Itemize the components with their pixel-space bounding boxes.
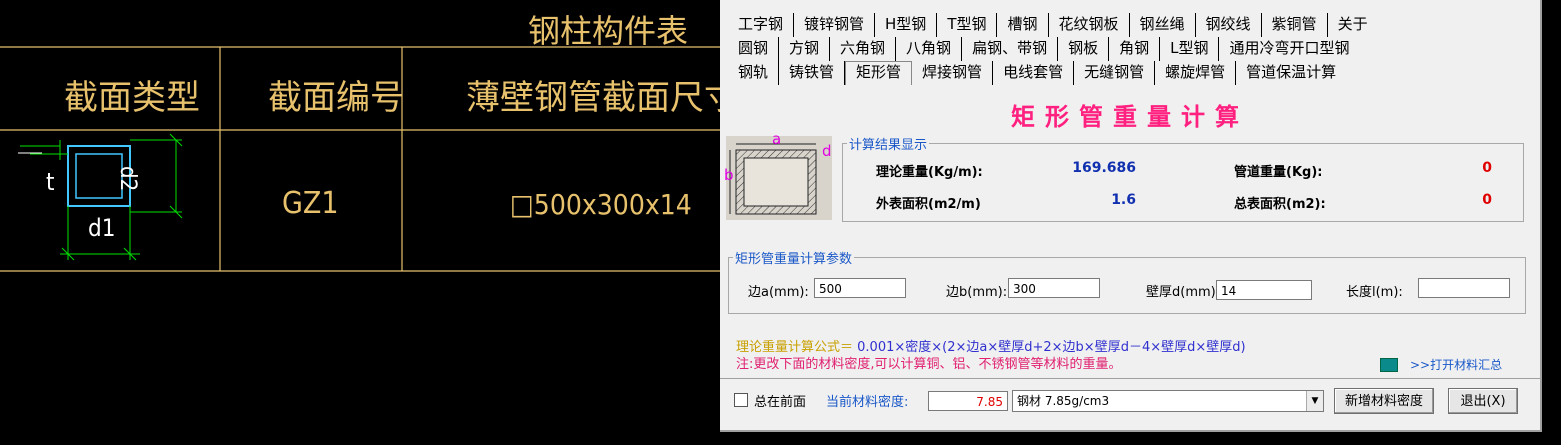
note-text: 注:更改下面的材料密度,可以计算铜、铝、不锈钢管等材料的重量。 — [736, 357, 1122, 372]
tab-rect-pipe[interactable]: 矩形管 — [845, 61, 913, 85]
exit-button[interactable]: 退出(X) — [1448, 388, 1518, 414]
tab-copper-pipe[interactable]: 紫铜管 — [1262, 13, 1328, 37]
cad-row-size: □500x300x14 — [510, 188, 692, 221]
bottom-bar: 总在前面 当前材料密度: 7.85 钢材 7.85g/cm3 ▼ 新增材料密度 … — [720, 378, 1540, 431]
material-select-value: 钢材 7.85g/cm3 — [1017, 394, 1110, 408]
always-on-top-label: 总在前面 — [754, 395, 807, 410]
tab-seamless-pipe[interactable]: 无缝钢管 — [1074, 61, 1156, 85]
length-label: 长度l(m): — [1346, 285, 1403, 300]
material-select[interactable]: 钢材 7.85g/cm3 ▼ — [1012, 390, 1324, 412]
surface-area-value: 1.6 — [1111, 192, 1136, 208]
tab-cold-formed-steel[interactable]: 通用冷弯开口型钢 — [1219, 37, 1359, 61]
cad-label-t: t — [46, 168, 55, 196]
tab-l-steel[interactable]: L型钢 — [1160, 37, 1220, 61]
tab-row-3: 钢轨 铸铁管 矩形管 焊接钢管 电线套管 无缝钢管 螺旋焊管 管道保温计算 — [728, 61, 1346, 85]
tab-insulation-calc[interactable]: 管道保温计算 — [1236, 61, 1346, 85]
total-surface-value: 0 — [1482, 192, 1492, 208]
side-b-label: 边b(mm): — [946, 285, 1008, 300]
params-group-legend: 矩形管重量计算参数 — [735, 252, 853, 267]
open-material-summary[interactable]: >>打开材料汇总 — [1380, 356, 1502, 373]
tab-flat-steel[interactable]: 扁钢、带钢 — [962, 37, 1059, 61]
total-surface-label: 总表面积(m2): — [1234, 197, 1326, 212]
side-b-input[interactable]: 300 — [1008, 278, 1100, 298]
pipe-weight-label: 管道重量(Kg): — [1234, 165, 1323, 180]
tab-wire-rope[interactable]: 钢丝绳 — [1130, 13, 1196, 37]
tab-checkered-plate[interactable]: 花纹钢板 — [1049, 13, 1130, 37]
length-input[interactable] — [1418, 278, 1510, 298]
density-input[interactable]: 7.85 — [928, 391, 1008, 411]
cad-header-section-type: 截面类型 — [64, 78, 200, 118]
tab-galvanized-pipe[interactable]: 镀锌钢管 — [794, 13, 876, 37]
tab-h-beam[interactable]: H型钢 — [875, 13, 938, 37]
diagram-label-d: d — [822, 142, 832, 160]
tab-cast-iron-pipe[interactable]: 铸铁管 — [779, 61, 846, 85]
tab-square-steel[interactable]: 方钢 — [779, 37, 831, 61]
tab-channel-steel[interactable]: 槽钢 — [997, 13, 1049, 37]
theoretical-weight-value: 169.686 — [1072, 160, 1136, 176]
tab-i-beam[interactable]: 工字钢 — [728, 13, 795, 37]
tab-row-2: 圆钢 方钢 六角钢 八角钢 扁钢、带钢 钢板 角钢 L型钢 通用冷弯开口型钢 — [728, 37, 1359, 61]
wall-thickness-label: 壁厚d(mm) — [1146, 285, 1216, 300]
tab-spiral-pipe[interactable]: 螺旋焊管 — [1155, 61, 1237, 85]
open-material-summary-link[interactable]: >>打开材料汇总 — [1410, 356, 1502, 373]
side-a-label: 边a(mm): — [748, 285, 809, 300]
tab-about[interactable]: 关于 — [1328, 13, 1378, 37]
add-density-button[interactable]: 新增材料密度 — [1334, 388, 1434, 414]
result-group-legend: 计算结果显示 — [849, 138, 928, 153]
database-icon — [1380, 357, 1398, 372]
diagram-label-b: b — [724, 166, 734, 184]
chevron-down-icon[interactable]: ▼ — [1306, 391, 1323, 411]
side-a-input[interactable]: 500 — [814, 278, 906, 298]
tab-octagon-steel[interactable]: 八角钢 — [896, 37, 963, 61]
cad-label-d2: d2 — [115, 166, 140, 192]
tab-strand[interactable]: 钢绞线 — [1196, 13, 1262, 37]
tab-rail[interactable]: 钢轨 — [728, 61, 780, 85]
tab-angle-steel[interactable]: 角钢 — [1109, 37, 1161, 61]
tab-steel-plate[interactable]: 钢板 — [1058, 37, 1110, 61]
tab-round-steel[interactable]: 圆钢 — [728, 37, 780, 61]
cad-table-title: 钢柱构件表 — [528, 12, 689, 50]
pipe-weight-value: 0 — [1482, 160, 1492, 176]
cad-row-code: GZ1 — [282, 186, 339, 221]
theoretical-weight-label: 理论重量(Kg/m): — [876, 165, 983, 180]
always-on-top-checkbox[interactable] — [734, 393, 748, 407]
density-label: 当前材料密度: — [826, 395, 909, 410]
rect-pipe-diagram: a b d — [724, 130, 832, 220]
tab-hexagon-steel[interactable]: 六角钢 — [830, 37, 897, 61]
diagram-label-a: a — [772, 130, 782, 148]
cad-label-d1: d1 — [88, 214, 116, 242]
page-title: 矩形管重量计算 — [1011, 103, 1249, 131]
wall-thickness-input[interactable]: 14 — [1216, 280, 1312, 300]
cad-header-section-code: 截面编号 — [268, 78, 404, 118]
surface-area-label: 外表面积(m2/m) — [876, 197, 981, 212]
tab-welded-pipe[interactable]: 焊接钢管 — [912, 61, 994, 85]
tab-conduit[interactable]: 电线套管 — [993, 61, 1075, 85]
cad-drawing-area: 钢柱构件表 截面类型 截面编号 薄壁钢管截面尺寸(mm) GZ1 □500x30… — [0, 0, 821, 445]
tab-t-steel[interactable]: T型钢 — [937, 13, 998, 37]
tab-row-1: 工字钢 镀锌钢管 H型钢 T型钢 槽钢 花纹钢板 钢丝绳 钢绞线 紫铜管 关于 — [728, 13, 1378, 37]
rect-pipe-weight-dialog: 工字钢 镀锌钢管 H型钢 T型钢 槽钢 花纹钢板 钢丝绳 钢绞线 紫铜管 关于 … — [720, 0, 1542, 432]
